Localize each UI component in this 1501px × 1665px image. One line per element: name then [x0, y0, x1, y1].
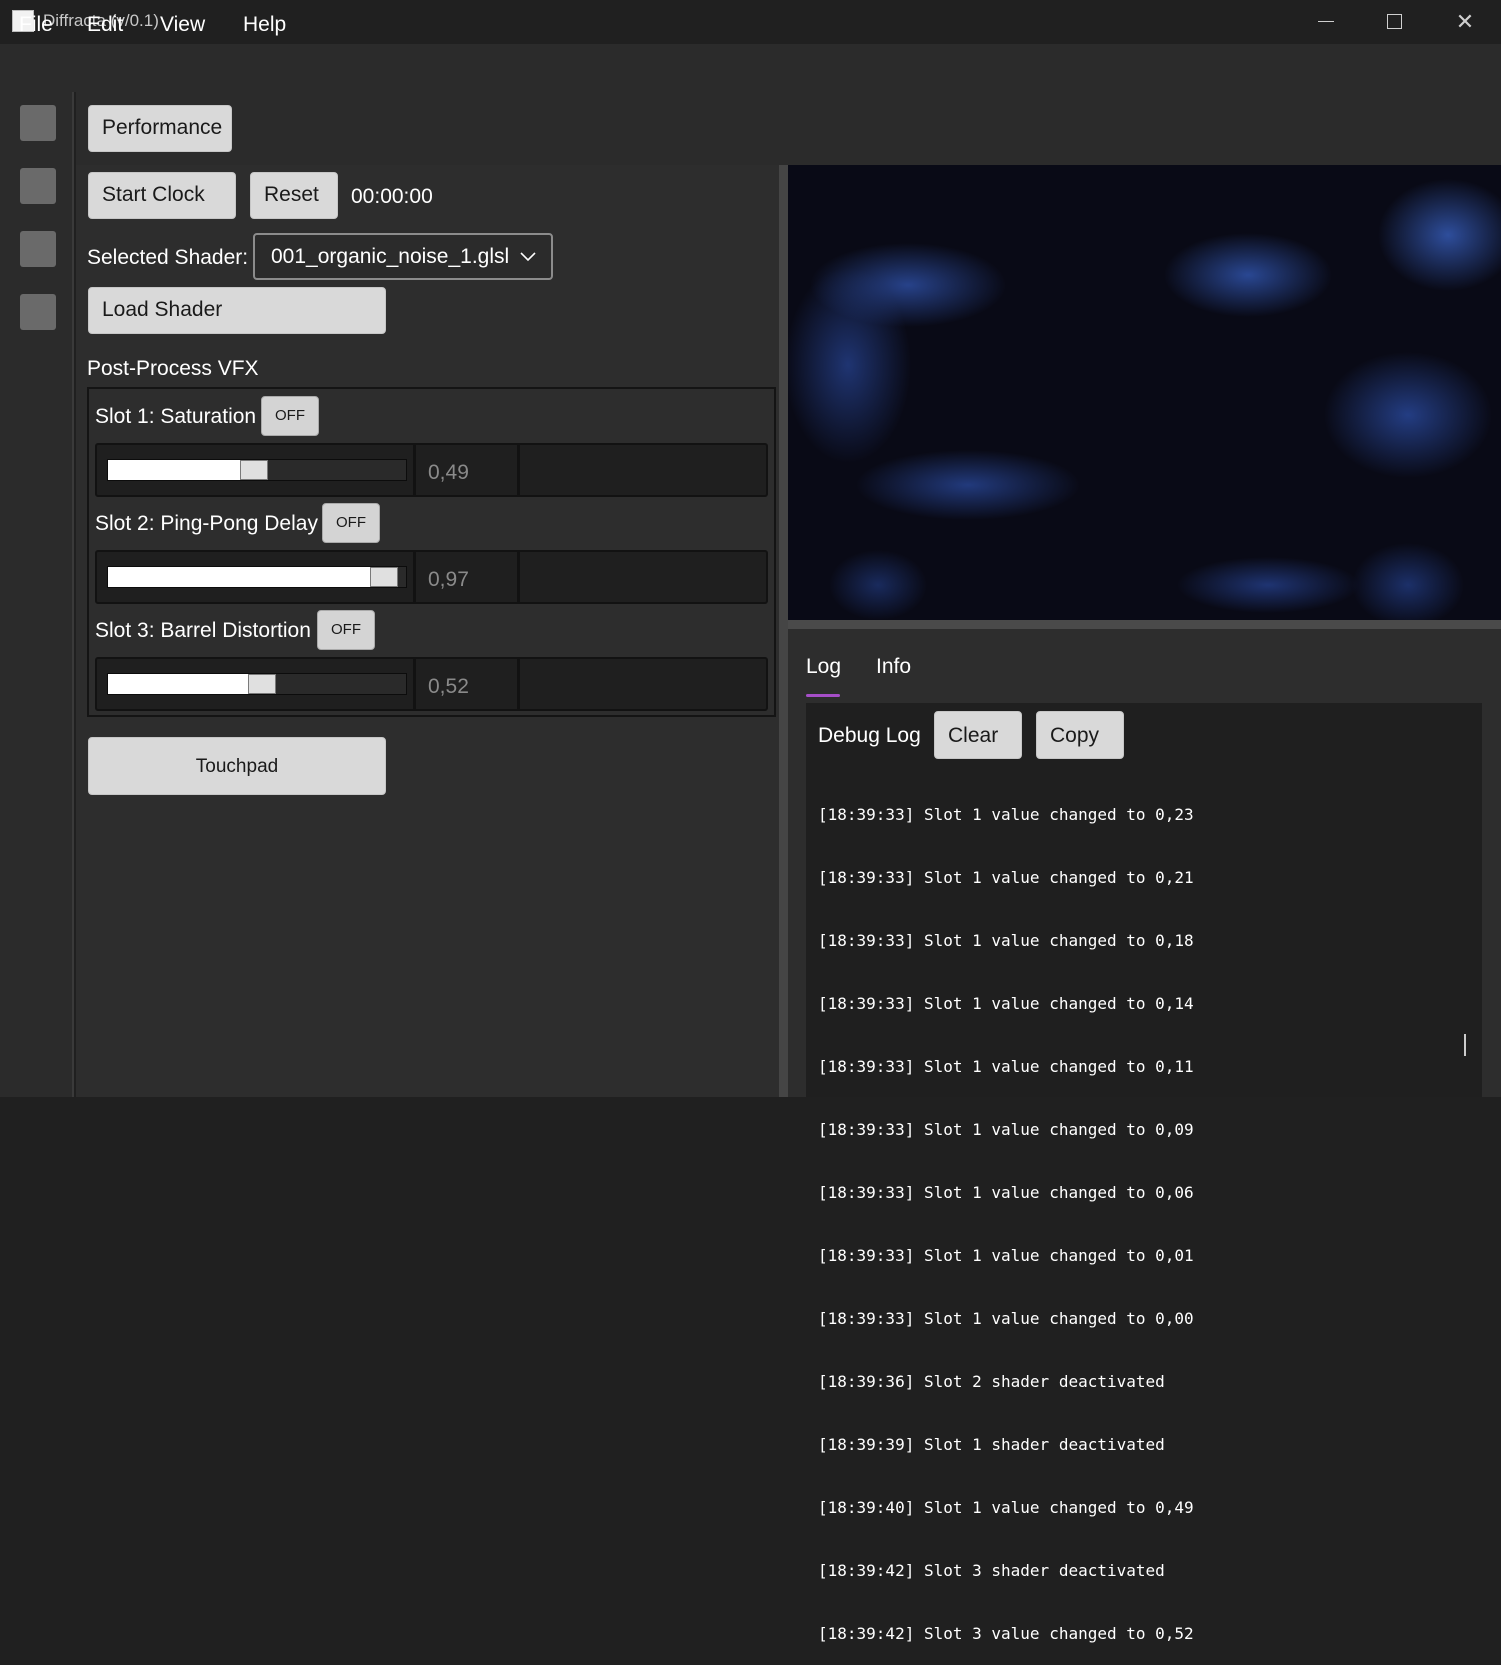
slot-2-toggle[interactable]: OFF	[322, 503, 380, 543]
slot-1-control-row: 0,49	[95, 443, 768, 497]
rail-button-3[interactable]	[20, 231, 56, 267]
debug-log-title: Debug Log	[818, 724, 921, 747]
menu-bar	[0, 44, 1501, 92]
menu-edit[interactable]: Edit	[87, 12, 123, 38]
close-icon: ✕	[1455, 9, 1475, 34]
slot-2-control-row: 0,97	[95, 550, 768, 604]
copy-log-button[interactable]: Copy	[1036, 711, 1124, 759]
slot-1-value[interactable]: 0,49	[416, 445, 520, 495]
shader-select[interactable]: 001_organic_noise_1.glsl	[253, 233, 553, 280]
rail-button-2[interactable]	[20, 168, 56, 204]
load-shader-button[interactable]: Load Shader	[88, 287, 386, 334]
selected-shader-label: Selected Shader:	[87, 246, 249, 269]
start-clock-button[interactable]: Start Clock	[88, 172, 236, 219]
close-button[interactable]: ✕	[1430, 0, 1500, 44]
slot-2-slider[interactable]	[107, 566, 407, 588]
log-line: [18:39:33] Slot 1 value changed to 0,06	[818, 1183, 1194, 1202]
clear-log-button[interactable]: Clear	[934, 711, 1022, 759]
log-line: [18:39:33] Slot 1 value changed to 0,21	[818, 868, 1194, 887]
tab-info[interactable]: Info	[876, 654, 911, 680]
chevron-down-icon	[520, 252, 536, 262]
panel-splitter[interactable]	[779, 165, 788, 1097]
shader-preview	[788, 165, 1501, 620]
rail-button-4[interactable]	[20, 294, 56, 330]
log-line: [18:39:33] Slot 1 value changed to 0,01	[818, 1246, 1194, 1265]
slot-1-slider-thumb[interactable]	[240, 460, 268, 480]
slot-2-value[interactable]: 0,97	[416, 552, 520, 602]
menu-help[interactable]: Help	[243, 12, 286, 38]
log-line: [18:39:33] Slot 1 value changed to 0,11	[818, 1057, 1194, 1076]
slot-1-toggle[interactable]: OFF	[261, 396, 319, 436]
slot-1-slider-fill	[108, 460, 240, 480]
touchpad-button[interactable]: Touchpad	[88, 737, 386, 795]
minimize-button[interactable]	[1290, 0, 1360, 44]
slot-1-label: Slot 1: Saturation	[95, 405, 257, 428]
menu-view[interactable]: View	[160, 12, 205, 38]
title-bar	[0, 0, 1501, 44]
slot-2-slider-thumb[interactable]	[370, 567, 398, 587]
log-line: [18:39:42] Slot 3 shader deactivated	[818, 1561, 1165, 1580]
slot-1-slider[interactable]	[107, 459, 407, 481]
slot-3-label: Slot 3: Barrel Distortion	[95, 619, 311, 642]
minimize-icon	[1318, 21, 1334, 22]
slot-2-slider-fill	[108, 567, 370, 587]
log-line: [18:39:39] Slot 1 shader deactivated	[818, 1435, 1165, 1454]
slot-3-toggle[interactable]: OFF	[317, 610, 375, 650]
maximize-button[interactable]	[1360, 0, 1430, 44]
preview-divider[interactable]	[788, 620, 1501, 629]
slot-3-value[interactable]: 0,52	[416, 659, 520, 709]
vfx-heading: Post-Process VFX	[87, 357, 259, 380]
text-caret	[1464, 1034, 1466, 1056]
clock-time: 00:00:00	[351, 185, 433, 208]
rail-button-1[interactable]	[20, 105, 56, 141]
slot-2-label: Slot 2: Ping-Pong Delay	[95, 512, 318, 535]
tab-log[interactable]: Log	[806, 654, 841, 680]
log-line: [18:39:33] Slot 1 value changed to 0,14	[818, 994, 1194, 1013]
performance-button[interactable]: Performance	[88, 105, 232, 152]
slot-3-slider[interactable]	[107, 673, 407, 695]
slot-3-slider-fill	[108, 674, 248, 694]
active-tab-indicator	[806, 694, 840, 697]
log-line: [18:39:36] Slot 2 shader deactivated	[818, 1372, 1165, 1391]
log-line: [18:39:33] Slot 1 value changed to 0,00	[818, 1309, 1194, 1328]
log-line: [18:39:42] Slot 3 value changed to 0,52	[818, 1624, 1194, 1643]
log-line: [18:39:40] Slot 1 value changed to 0,49	[818, 1498, 1194, 1517]
reset-button[interactable]: Reset	[250, 172, 338, 219]
maximize-icon	[1387, 14, 1402, 29]
slot-3-slider-thumb[interactable]	[248, 674, 276, 694]
log-lines[interactable]: [18:39:33] Slot 1 value changed to 0,23 …	[818, 762, 1468, 1665]
slot-3-control-row: 0,52	[95, 657, 768, 711]
log-line: [18:39:33] Slot 1 value changed to 0,18	[818, 931, 1194, 950]
log-line: [18:39:33] Slot 1 value changed to 0,09	[818, 1120, 1194, 1139]
log-line: [18:39:33] Slot 1 value changed to 0,23	[818, 805, 1194, 824]
toolbar	[76, 92, 1501, 165]
menu-file[interactable]: File	[19, 12, 53, 38]
